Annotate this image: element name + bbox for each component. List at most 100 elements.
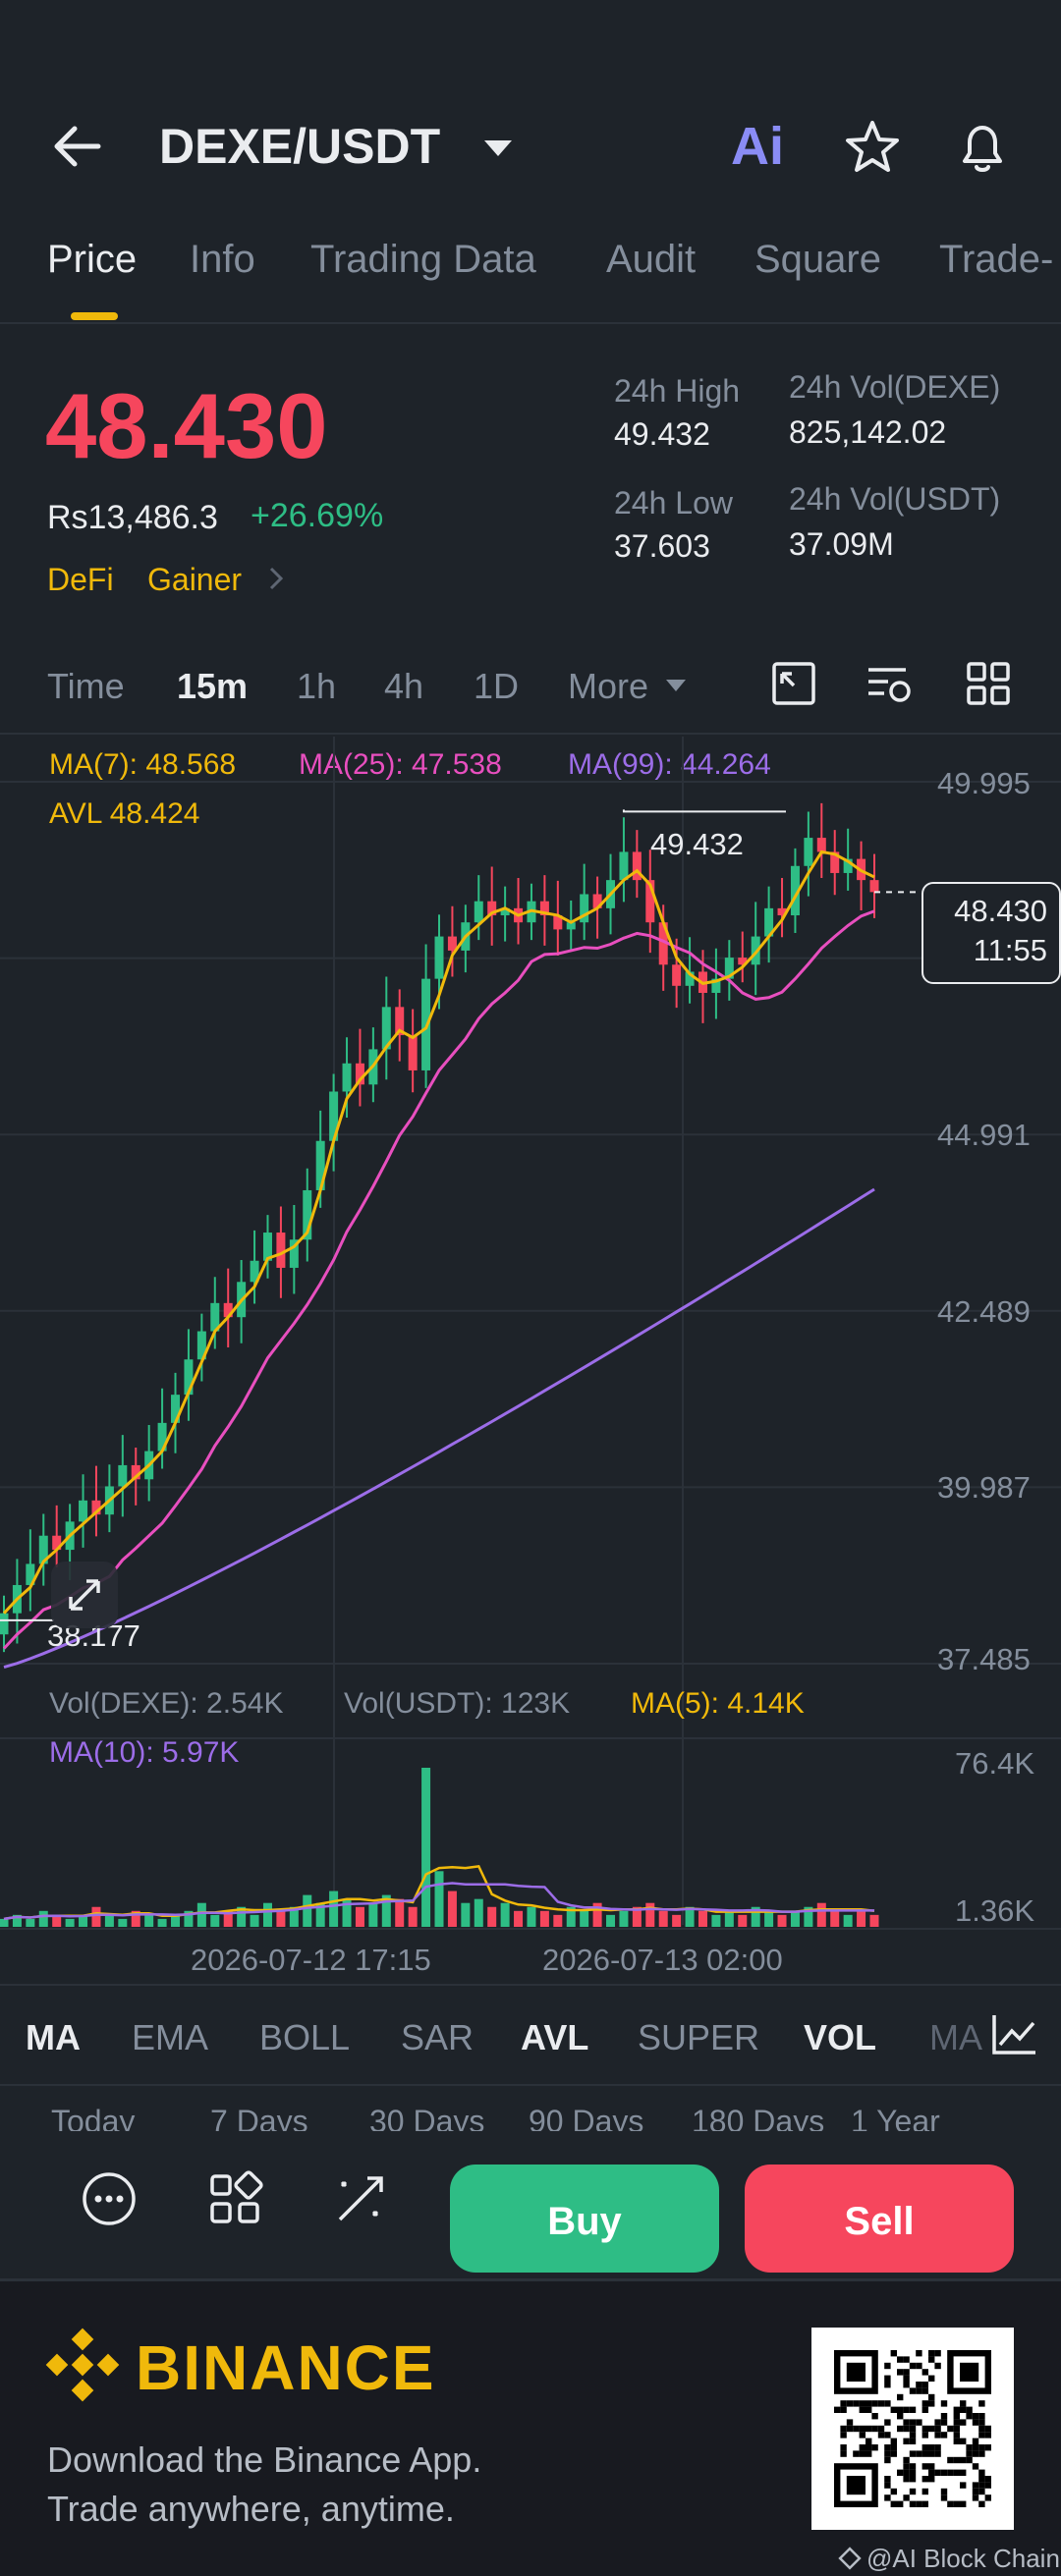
back-button[interactable] [49,122,108,171]
qr-module [978,2469,985,2476]
tab-square[interactable]: Square [754,238,881,282]
chart-settings-icon[interactable] [865,660,916,712]
indicator-chart-icon[interactable] [988,2009,1061,2060]
qr-module [859,2425,866,2433]
volume-bar [738,1914,748,1927]
ai-icon[interactable]: Ai [731,116,784,177]
expand-icon[interactable] [51,1562,118,1628]
candle-body [79,1500,88,1522]
indicator-vol[interactable]: VOL [804,2017,876,2058]
chevron-right-icon[interactable] [267,566,285,596]
active-tab-indicator [71,312,118,320]
bell-icon[interactable] [951,116,1014,184]
qr-module [884,2375,891,2382]
qr-module [921,2382,928,2388]
volume-bar [500,1902,510,1927]
qr-module [859,2450,866,2457]
qr-module [909,2476,917,2483]
qr-module [928,2463,935,2470]
vol-quote-label: 24h Vol(USDT) [789,481,1001,517]
qr-module [871,2413,878,2420]
candle-body [869,880,879,893]
qr-module [960,2406,967,2413]
tab-info[interactable]: Info [190,238,255,282]
volume-bar [843,1914,853,1927]
buy-button[interactable]: Buy [450,2165,719,2273]
indicator-macd[interactable]: MA [929,2017,982,2058]
tf-15m[interactable]: 15m [177,666,248,707]
indicator-boll[interactable]: BOLL [259,2017,350,2058]
qr-module [846,2362,866,2382]
tabs-divider [0,322,1061,324]
volume-bar [514,1910,524,1927]
indicator-ema[interactable]: EMA [132,2017,208,2058]
qr-module [984,2432,991,2439]
tab-price[interactable]: Price [47,238,137,282]
volume-ma5: MA(5): 4.14K [631,1687,805,1720]
tag-gainer[interactable]: Gainer [147,562,242,598]
tf-more[interactable]: More [568,666,648,707]
tf-1h[interactable]: 1h [297,666,336,707]
qr-module [960,2482,967,2489]
current-price-box: 48.430 11:55 [921,882,1061,984]
qr-module [934,2469,941,2476]
star-icon[interactable] [843,118,902,182]
qr-module [928,2393,935,2401]
volume-bar [580,1910,589,1927]
tf-4h[interactable]: 4h [384,666,423,707]
qr-module [984,2444,991,2451]
footer-line2: Trade anywhere, anytime. [47,2489,455,2529]
qr-module [984,2476,991,2483]
more-options-icon[interactable] [81,2170,138,2232]
tab-audit[interactable]: Audit [606,238,696,282]
volume-bar [606,1914,616,1927]
volume-bar [619,1910,629,1927]
candle-body [804,838,813,866]
qr-module [972,2482,979,2489]
qr-module [840,2432,847,2439]
volume-bar [724,1910,734,1927]
caret-down-icon[interactable] [481,137,515,164]
footer-separator [0,2278,1061,2281]
current-price-label: 48.430 [954,894,1047,928]
fiat-price: Rs13,486.3 [47,499,218,536]
indicator-sar[interactable]: SAR [401,2017,474,2058]
indicator-super[interactable]: SUPER [638,2017,759,2058]
widgets-icon[interactable] [206,2170,263,2232]
fullscreen-icon[interactable] [770,660,817,712]
qr-module [934,2362,941,2370]
pair-title[interactable]: DEXE/USDT [159,118,440,175]
qr-module [916,2419,922,2426]
indicator-ma[interactable]: MA [26,2017,81,2058]
tag-defi[interactable]: DeFi [47,562,114,598]
qr-module [940,2432,948,2439]
qr-module [978,2482,985,2489]
y-tick: 39.987 [937,1470,1031,1505]
indicator-avl[interactable]: AVL [521,2017,588,2058]
tf-1d[interactable]: 1D [474,666,519,707]
qr-module [978,2444,985,2451]
volume-bar [91,1906,101,1927]
tab-trade[interactable]: Trade- [939,238,1053,282]
caret-down-icon[interactable] [664,678,688,698]
y-tick: 44.991 [937,1118,1031,1152]
qr-module [840,2450,847,2457]
volume-bar [790,1910,800,1927]
volume-bar [487,1906,497,1927]
volume-bar [104,1914,114,1927]
qr-module [960,2438,967,2444]
qr-module [940,2494,948,2501]
qr-module [921,2406,928,2413]
tf-time[interactable]: Time [47,666,125,707]
qr-module [909,2425,917,2433]
qr-module [897,2413,904,2420]
layout-grid-icon[interactable] [965,660,1012,712]
trade-bot-icon[interactable] [332,2170,389,2232]
y-tick: 49.995 [937,766,1031,800]
qr-module [884,2400,891,2407]
qr-module [947,2500,954,2507]
qr-module [884,2476,891,2483]
sell-button[interactable]: Sell [745,2165,1014,2273]
tab-trading-data[interactable]: Trading Data [310,238,536,282]
qr-module [897,2406,904,2413]
